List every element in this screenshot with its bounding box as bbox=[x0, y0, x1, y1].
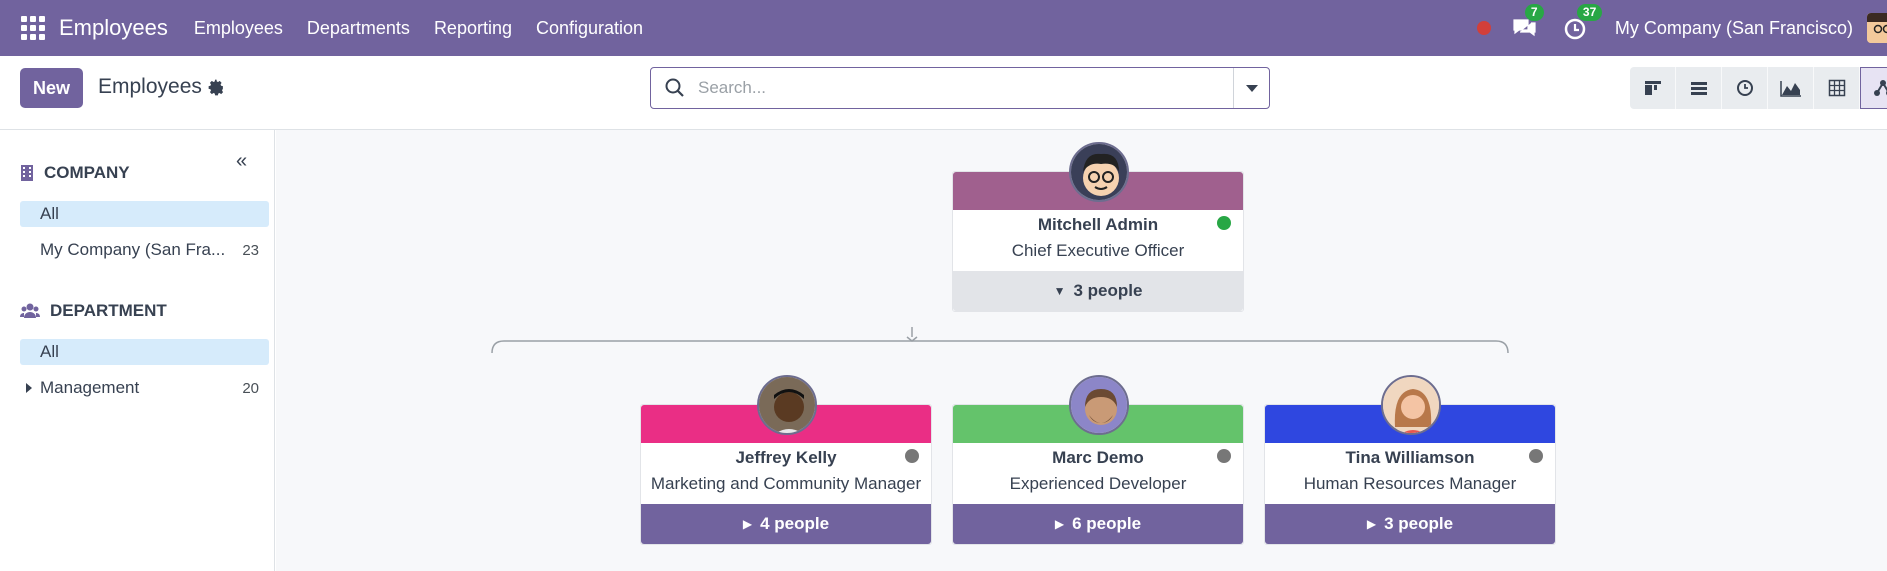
page-title: Employees bbox=[98, 75, 225, 99]
caret-down-icon: ▼ bbox=[1053, 284, 1066, 298]
subordinates-toggle-button[interactable]: ▶ 3 people bbox=[1265, 504, 1555, 544]
employee-job-title: Marketing and Community Manager bbox=[650, 474, 922, 493]
caret-right-icon: ▶ bbox=[1054, 517, 1065, 531]
users-icon bbox=[20, 303, 40, 318]
company-filter-all[interactable]: All bbox=[20, 201, 269, 227]
chevron-down-icon bbox=[1245, 84, 1258, 92]
employee-job-title: Human Resources Manager bbox=[1303, 474, 1517, 493]
pivot-table-icon bbox=[1828, 79, 1845, 97]
filter-label: My Company (San Fra... bbox=[40, 240, 226, 259]
subordinates-toggle-button[interactable]: ▶ 6 people bbox=[953, 504, 1243, 544]
avatar[interactable] bbox=[1069, 142, 1129, 202]
menu-configuration[interactable]: Configuration bbox=[536, 18, 643, 39]
page-title-text: Employees bbox=[98, 75, 202, 98]
presence-status-icon bbox=[905, 449, 919, 463]
user-avatar[interactable] bbox=[1867, 13, 1887, 43]
employee-card[interactable]: Tina Williamson Human Resources Manager … bbox=[1264, 375, 1556, 545]
presence-status-icon bbox=[1529, 449, 1543, 463]
recording-indicator-icon[interactable] bbox=[1476, 21, 1491, 35]
filter-count: 23 bbox=[242, 241, 259, 259]
messages-badge: 7 bbox=[1524, 4, 1544, 21]
company-switcher[interactable]: My Company (San Francisco) bbox=[1615, 18, 1853, 39]
list-icon bbox=[1690, 82, 1707, 95]
employee-job-title: Chief Executive Officer bbox=[1011, 241, 1185, 260]
avatar[interactable] bbox=[757, 375, 817, 435]
search-input[interactable] bbox=[698, 78, 1218, 98]
hierarchy-view-button[interactable] bbox=[1860, 67, 1887, 109]
search-bar[interactable] bbox=[650, 67, 1270, 109]
company-header-label: COMPANY bbox=[44, 163, 130, 182]
menu-departments[interactable]: Departments bbox=[307, 18, 410, 39]
presence-status-icon bbox=[1217, 216, 1231, 230]
avatar[interactable] bbox=[1069, 375, 1129, 435]
employee-name[interactable]: Tina Williamson bbox=[1265, 448, 1555, 470]
people-count-label: 3 people bbox=[1073, 281, 1143, 300]
kanban-view-button[interactable] bbox=[1630, 67, 1676, 109]
activities-badge: 37 bbox=[1576, 4, 1603, 21]
company-section-header: COMPANY bbox=[20, 163, 130, 183]
search-options-toggle[interactable] bbox=[1233, 68, 1269, 108]
activity-view-button[interactable] bbox=[1722, 67, 1768, 109]
menu-reporting[interactable]: Reporting bbox=[434, 18, 512, 39]
subordinates-toggle-button[interactable]: ▶ 4 people bbox=[641, 504, 931, 544]
building-icon bbox=[21, 165, 33, 181]
employee-card[interactable]: Jeffrey Kelly Marketing and Community Ma… bbox=[640, 375, 932, 545]
employee-card-root[interactable]: Mitchell Admin Chief Executive Officer ▼… bbox=[952, 142, 1244, 312]
people-count-label: 4 people bbox=[760, 514, 830, 533]
subordinates-toggle-button[interactable]: ▼ 3 people bbox=[953, 271, 1243, 311]
department-filter-all[interactable]: All bbox=[20, 339, 269, 365]
people-count-label: 3 people bbox=[1384, 514, 1454, 533]
employee-card[interactable]: Marc Demo Experienced Developer ▶ 6 peop… bbox=[952, 375, 1244, 545]
menu-employees[interactable]: Employees bbox=[194, 18, 283, 39]
messages-icon[interactable]: 7 bbox=[1511, 4, 1544, 41]
department-header-label: DEPARTMENT bbox=[50, 301, 167, 320]
apps-menu-icon[interactable] bbox=[21, 16, 45, 40]
presence-status-icon bbox=[1217, 449, 1231, 463]
top-navbar: Employees Employees Departments Reportin… bbox=[0, 0, 1887, 56]
collapse-sidebar-button[interactable]: « bbox=[236, 150, 247, 173]
pivot-view-button[interactable] bbox=[1814, 67, 1860, 109]
app-name[interactable]: Employees bbox=[59, 15, 168, 41]
activities-clock-icon[interactable]: 37 bbox=[1563, 4, 1603, 41]
people-count-label: 6 people bbox=[1072, 514, 1142, 533]
hierarchy-icon bbox=[1874, 80, 1887, 96]
filter-label: Management bbox=[40, 378, 140, 397]
avatar[interactable] bbox=[1381, 375, 1441, 435]
graph-view-button[interactable] bbox=[1768, 67, 1814, 109]
search-icon bbox=[665, 78, 684, 97]
clock-icon bbox=[1736, 80, 1753, 96]
caret-right-icon[interactable] bbox=[26, 383, 32, 393]
filter-count: 20 bbox=[242, 379, 259, 397]
employee-name[interactable]: Marc Demo bbox=[953, 448, 1243, 470]
employee-name[interactable]: Jeffrey Kelly bbox=[641, 448, 931, 470]
employee-name[interactable]: Mitchell Admin bbox=[953, 215, 1243, 237]
department-filter-management[interactable]: Management 20 bbox=[20, 375, 269, 401]
new-button[interactable]: New bbox=[20, 68, 83, 108]
caret-right-icon: ▶ bbox=[1366, 517, 1377, 531]
filter-label: All bbox=[40, 204, 59, 223]
search-panel-sidebar: « COMPANY All My Company (San Fra... 23 … bbox=[0, 130, 275, 571]
caret-right-icon: ▶ bbox=[742, 517, 753, 531]
org-chart-area: Mitchell Admin Chief Executive Officer ▼… bbox=[276, 130, 1887, 571]
department-section-header: DEPARTMENT bbox=[20, 301, 167, 321]
area-chart-icon bbox=[1779, 81, 1801, 97]
employee-job-title: Experienced Developer bbox=[1009, 474, 1187, 493]
gear-icon[interactable] bbox=[208, 79, 225, 96]
kanban-icon bbox=[1644, 81, 1661, 95]
list-view-button[interactable] bbox=[1676, 67, 1722, 109]
company-filter-my-company[interactable]: My Company (San Fra... 23 bbox=[20, 237, 269, 263]
filter-label: All bbox=[40, 342, 59, 361]
control-panel: New Employees bbox=[0, 56, 1887, 130]
view-switcher bbox=[1630, 67, 1887, 109]
